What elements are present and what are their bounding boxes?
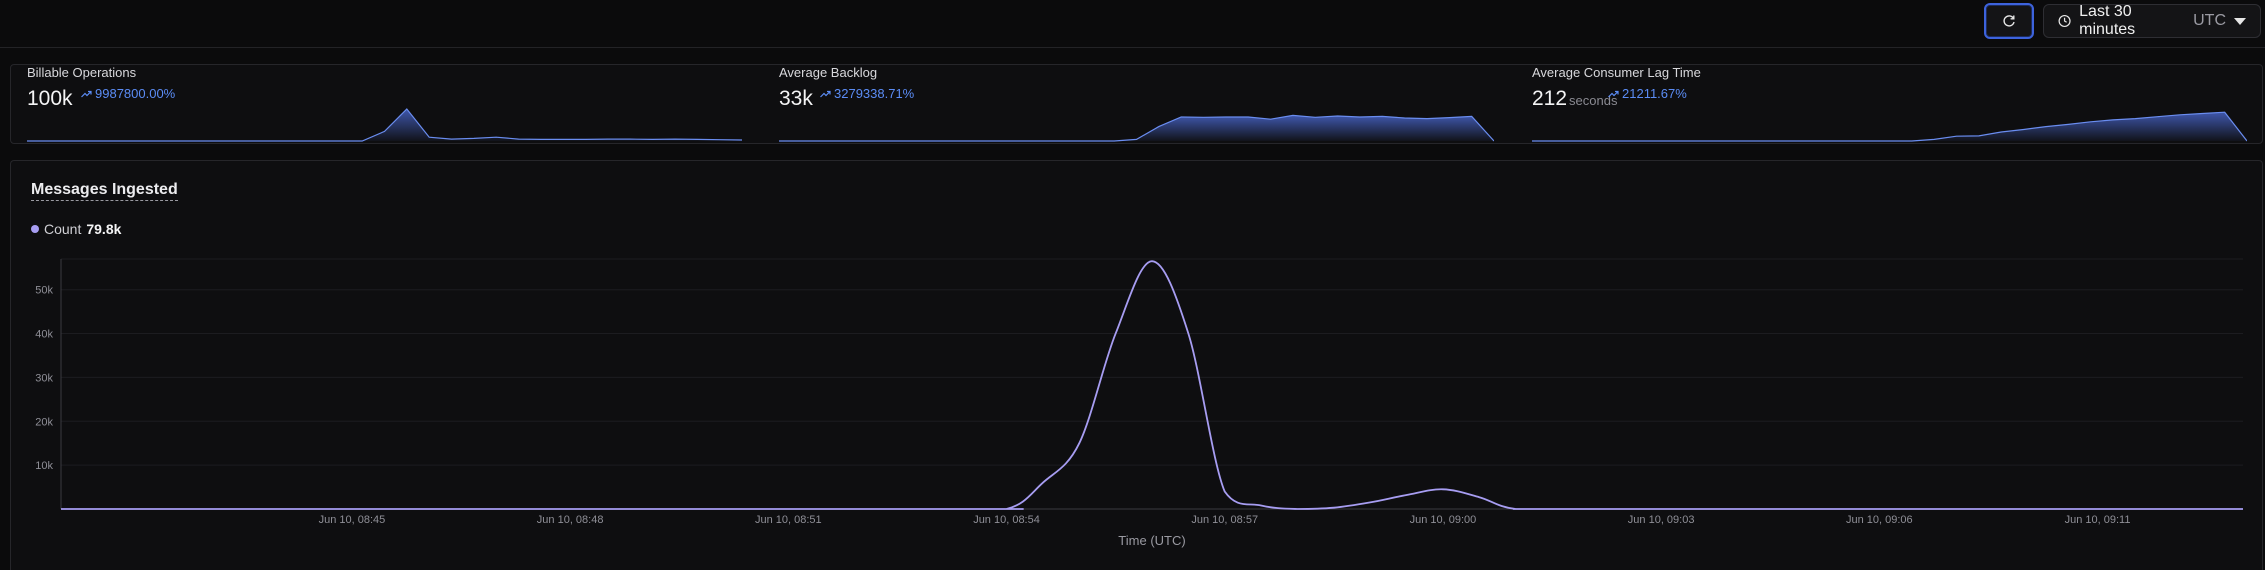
top-toolbar: Last 30 minutes UTC [0,0,2265,48]
stat-average-backlog: Average Backlog 33k 3279338.71% [763,65,1494,143]
summary-stats-panel: Billable Operations 100k 9987800.00% Ave… [10,64,2263,144]
x-tick-label: Jun 10, 08:54 [973,514,1040,526]
messages-ingested-panel: Messages Ingested Count 79.8k 10k 20k 30k 4… [10,160,2263,570]
sparkline-area [1532,112,2247,141]
stat-billable-operations: Billable Operations 100k 9987800.00% [11,65,742,143]
x-tick-label: Jun 10, 09:11 [2065,514,2131,526]
time-range-timezone: UTC [2193,12,2226,29]
refresh-button[interactable] [1984,3,2034,39]
stat-title: Average Backlog [779,65,878,80]
y-tick-label: 30k [35,372,53,384]
sparkline-average-consumer-lag-time [1532,111,2247,142]
sparkline-area [779,115,1494,141]
messages-ingested-chart[interactable]: 10k 20k 30k 40k 50k Jun 10, 08:45 Jun 10, 08:4… [11,161,2262,570]
trend-up-icon [820,90,831,98]
x-tick-label: Jun 10, 08:57 [1191,514,1258,526]
x-tick-label: Jun 10, 09:03 [1628,514,1695,526]
x-tick-label: Jun 10, 08:48 [537,514,604,526]
stat-delta: 3279338.71% [820,86,914,101]
series-line-count [61,260,2243,510]
sparkline-billable-operations [27,108,742,142]
y-tick-label: 40k [35,329,53,341]
stat-delta: 9987800.00% [81,86,175,101]
trend-up-icon [81,90,92,98]
y-tick-label: 50k [35,285,53,297]
y-tick-label: 20k [35,416,53,428]
y-tick-label: 10k [35,460,53,472]
x-tick-label: Jun 10, 09:06 [1846,514,1913,526]
x-tick-label: Jun 10, 09:00 [1410,514,1477,526]
x-tick-label: Jun 10, 08:45 [319,514,386,526]
sparkline-average-backlog [779,114,1494,142]
time-range-label: Last 30 minutes [2079,3,2136,38]
stat-title: Billable Operations [27,65,137,80]
clock-icon [2058,14,2071,28]
trend-up-icon [1608,90,1619,98]
time-range-dropdown[interactable]: Last 30 minutes UTC [2043,3,2261,38]
x-axis-label: Time (UTC) [1118,533,1185,548]
refresh-icon [2003,15,2015,27]
stat-title: Average Consumer Lag Time [1532,65,1701,80]
sparkline-area [27,109,742,141]
caret-down-icon [2234,17,2246,25]
stat-average-consumer-lag-time: Average Consumer Lag Time 212 seconds 212… [1516,65,2247,143]
stat-delta: 21211.67% [1608,86,1687,101]
x-tick-label: Jun 10, 08:51 [755,514,822,526]
